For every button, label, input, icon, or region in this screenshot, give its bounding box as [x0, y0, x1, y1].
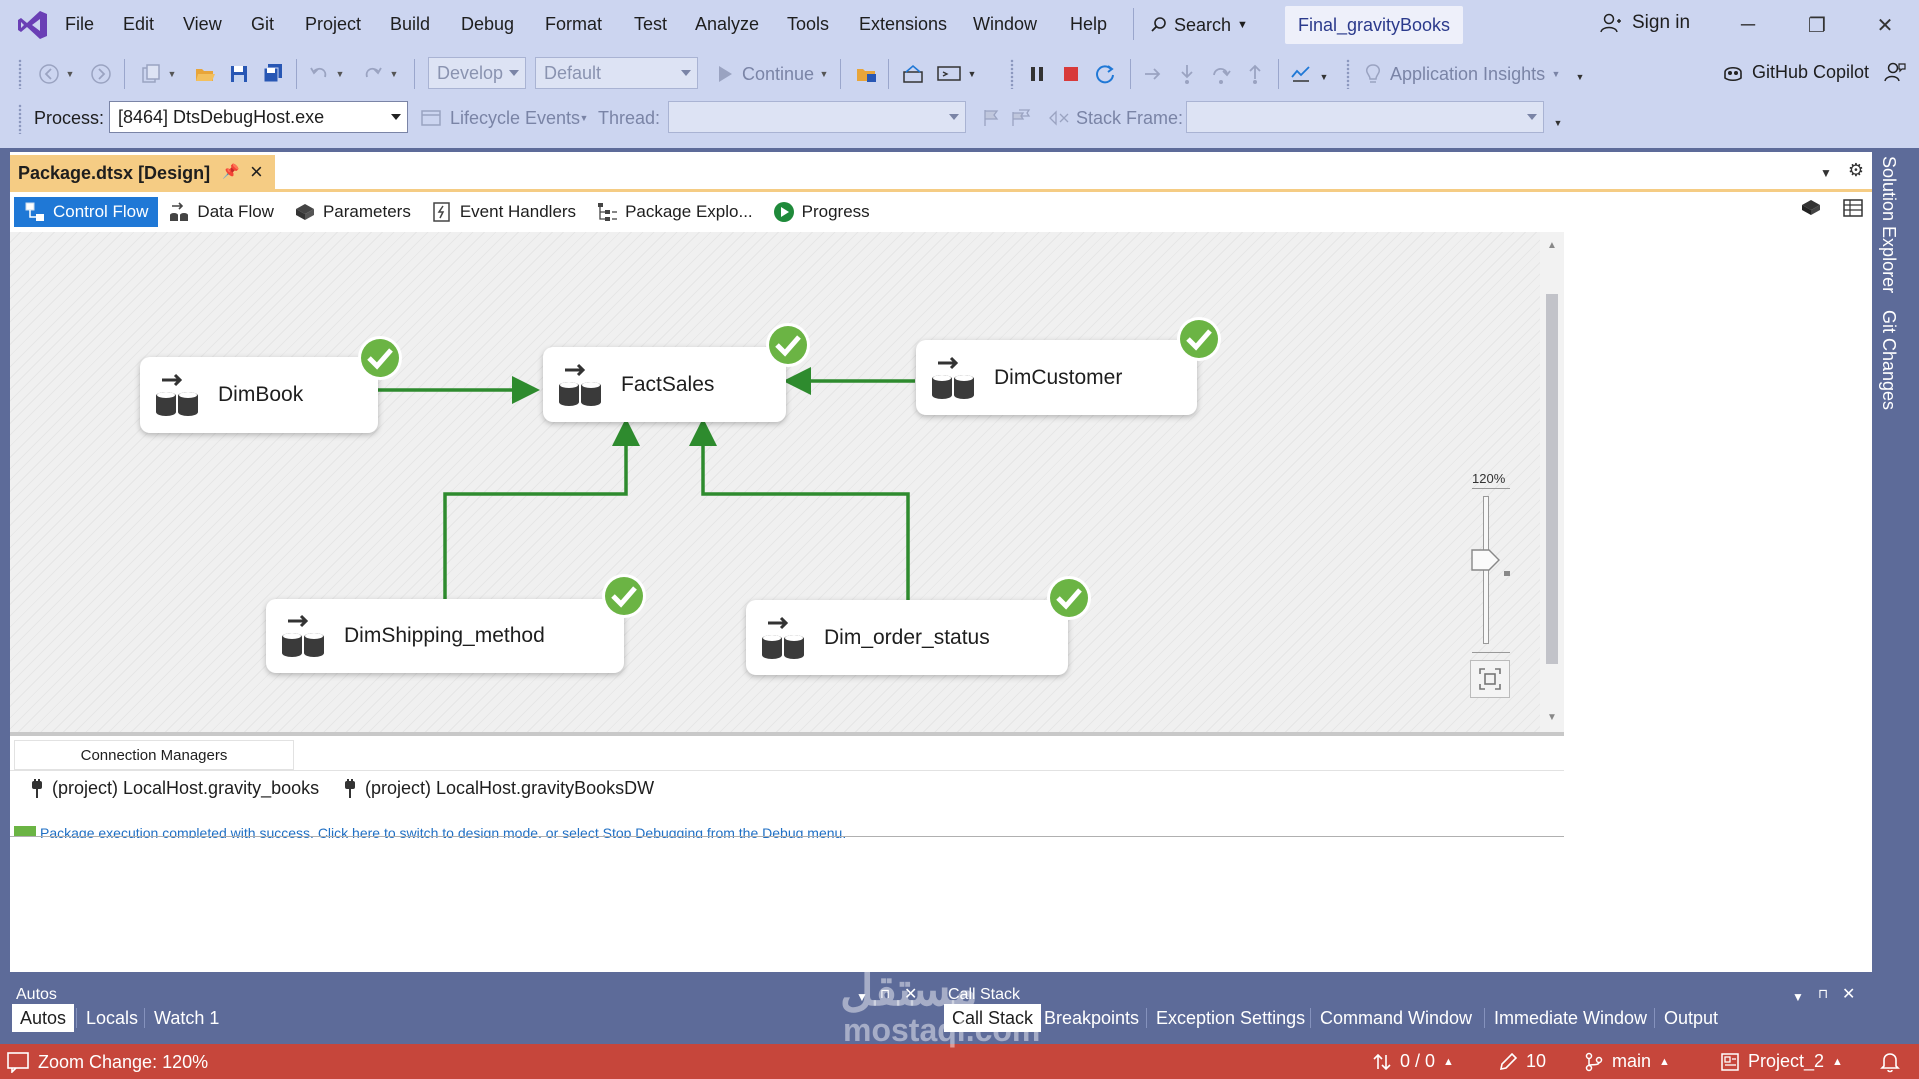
repository-icon: [1720, 1052, 1740, 1072]
pending-edits-count: 10: [1526, 1051, 1547, 1071]
task-factsales-label: FactSales: [621, 372, 715, 396]
output-window-icon: [6, 1051, 30, 1073]
fit-to-window-icon: [1479, 668, 1501, 690]
project-name: Project_2: [1748, 1051, 1825, 1071]
task-dimshipping-method-label: DimShipping_method: [344, 624, 545, 647]
tab-output[interactable]: Output: [1656, 1004, 1726, 1032]
connection-plug-icon: [30, 778, 44, 799]
tab-separator: [1484, 1008, 1485, 1028]
tab-separator: [144, 1008, 145, 1028]
watermark-url: mostaql.com: [843, 1012, 1041, 1048]
chevron-up-icon: ▲: [1832, 1055, 1843, 1068]
line-changes-indicator[interactable]: 0 / 0 ▲: [1372, 1051, 1454, 1072]
data-flow-task-icon: [559, 363, 601, 406]
tab-locals[interactable]: Locals: [78, 1004, 146, 1032]
task-dimcustomer-label: DimCustomer: [994, 365, 1123, 389]
status-message-text: Zoom Change: 120%: [38, 1051, 209, 1072]
status-bar: Zoom Change: 120% 0 / 0 ▲ 10 main ▲ Proj…: [0, 1044, 1919, 1079]
line-changes-text: 0 / 0: [1400, 1051, 1436, 1071]
git-branch-indicator[interactable]: main ▲: [1584, 1051, 1670, 1072]
data-flow-task-icon: [156, 373, 198, 416]
up-down-arrows-icon: [1372, 1052, 1392, 1072]
canvas-vertical-scrollbar[interactable]: ▲ ▼: [1540, 232, 1564, 732]
solution-explorer-rail-tab[interactable]: Solution Explorer: [1878, 156, 1899, 293]
connection-manager-item[interactable]: (project) LocalHost.gravityBooksDW: [343, 778, 654, 799]
connection-manager-name: (project) LocalHost.gravity_books: [52, 778, 320, 798]
success-check-icon: [1177, 317, 1221, 361]
task-dim-order-status-label: Dim_order_status: [824, 625, 990, 649]
zoom-to-fit-button[interactable]: [1470, 660, 1510, 698]
connection-plug-icon: [343, 778, 357, 799]
tab-exception-settings[interactable]: Exception Settings: [1148, 1004, 1313, 1032]
git-branch-name: main: [1612, 1051, 1652, 1071]
notifications-bell-icon[interactable]: [1880, 1051, 1900, 1073]
connection-manager-name: (project) LocalHost.gravityBooksDW: [365, 778, 655, 798]
chevron-up-icon: ▲: [1659, 1055, 1670, 1068]
watermark-arabic: مستقل: [840, 963, 978, 1015]
tab-separator: [1654, 1008, 1655, 1028]
zoom-control: 120%: [1466, 470, 1516, 700]
git-branch-icon: [1584, 1052, 1604, 1072]
data-flow-task-icon: [282, 614, 324, 657]
right-panel-close-icon[interactable]: ✕: [1842, 984, 1855, 1004]
task-dimshipping-method[interactable]: DimShipping_method: [266, 599, 624, 673]
panel-bottom-border: [10, 836, 1564, 837]
success-check-icon: [602, 574, 646, 618]
project-indicator[interactable]: Project_2 ▲: [1720, 1051, 1843, 1072]
tab-separator: [1146, 1008, 1147, 1028]
connection-managers-divider: [10, 770, 1564, 771]
task-factsales[interactable]: FactSales: [543, 347, 786, 422]
canvas-splitter[interactable]: [10, 732, 1564, 736]
zoom-level-label: 120%: [1472, 471, 1506, 486]
success-small-icon: [14, 826, 36, 836]
tab-autos[interactable]: Autos: [12, 1004, 75, 1032]
constraint-dimorderstatus-to-factsales[interactable]: [689, 418, 910, 600]
scrollbar-thumb[interactable]: [1546, 294, 1558, 664]
task-dimbook-label: DimBook: [218, 383, 304, 406]
tab-immediate-window[interactable]: Immediate Window: [1486, 1004, 1655, 1032]
data-flow-task-icon: [762, 616, 804, 659]
right-panel-pin-icon[interactable]: ⊓: [1818, 986, 1828, 1002]
zoom-top-line: [1472, 488, 1510, 489]
connection-managers-tab[interactable]: Connection Managers: [14, 740, 294, 770]
tab-breakpoints[interactable]: Breakpoints: [1036, 1004, 1147, 1032]
pending-edits-indicator[interactable]: 10: [1498, 1051, 1546, 1072]
status-message: Zoom Change: 120%: [6, 1051, 208, 1073]
tab-command-window[interactable]: Command Window: [1312, 1004, 1480, 1032]
zoom-slider-thumb[interactable]: [1471, 548, 1501, 572]
zoom-bottom-line: [1472, 652, 1510, 653]
connection-manager-item[interactable]: (project) LocalHost.gravity_books: [30, 778, 319, 799]
data-flow-task-icon: [932, 356, 974, 399]
chevron-up-icon: ▲: [1443, 1055, 1454, 1068]
success-check-icon: [766, 323, 810, 367]
task-dimbook[interactable]: DimBook: [140, 357, 378, 433]
task-dim-order-status[interactable]: Dim_order_status: [746, 600, 1068, 675]
constraint-dimshipping-to-factsales[interactable]: [443, 418, 640, 600]
scroll-up-arrow-icon[interactable]: ▲: [1547, 240, 1557, 251]
tab-separator: [1310, 1008, 1311, 1028]
success-check-icon: [358, 336, 402, 380]
scroll-down-arrow-icon[interactable]: ▼: [1547, 712, 1557, 723]
success-check-icon: [1047, 576, 1091, 620]
tab-watch-1[interactable]: Watch 1: [146, 1004, 227, 1032]
tab-separator: [76, 1008, 77, 1028]
git-changes-rail-tab[interactable]: Git Changes: [1878, 310, 1899, 410]
precedence-constraints: [378, 367, 915, 600]
task-dimcustomer[interactable]: DimCustomer: [916, 340, 1197, 415]
zoom-tick-mark: [1504, 571, 1510, 576]
pencil-icon: [1498, 1052, 1518, 1072]
